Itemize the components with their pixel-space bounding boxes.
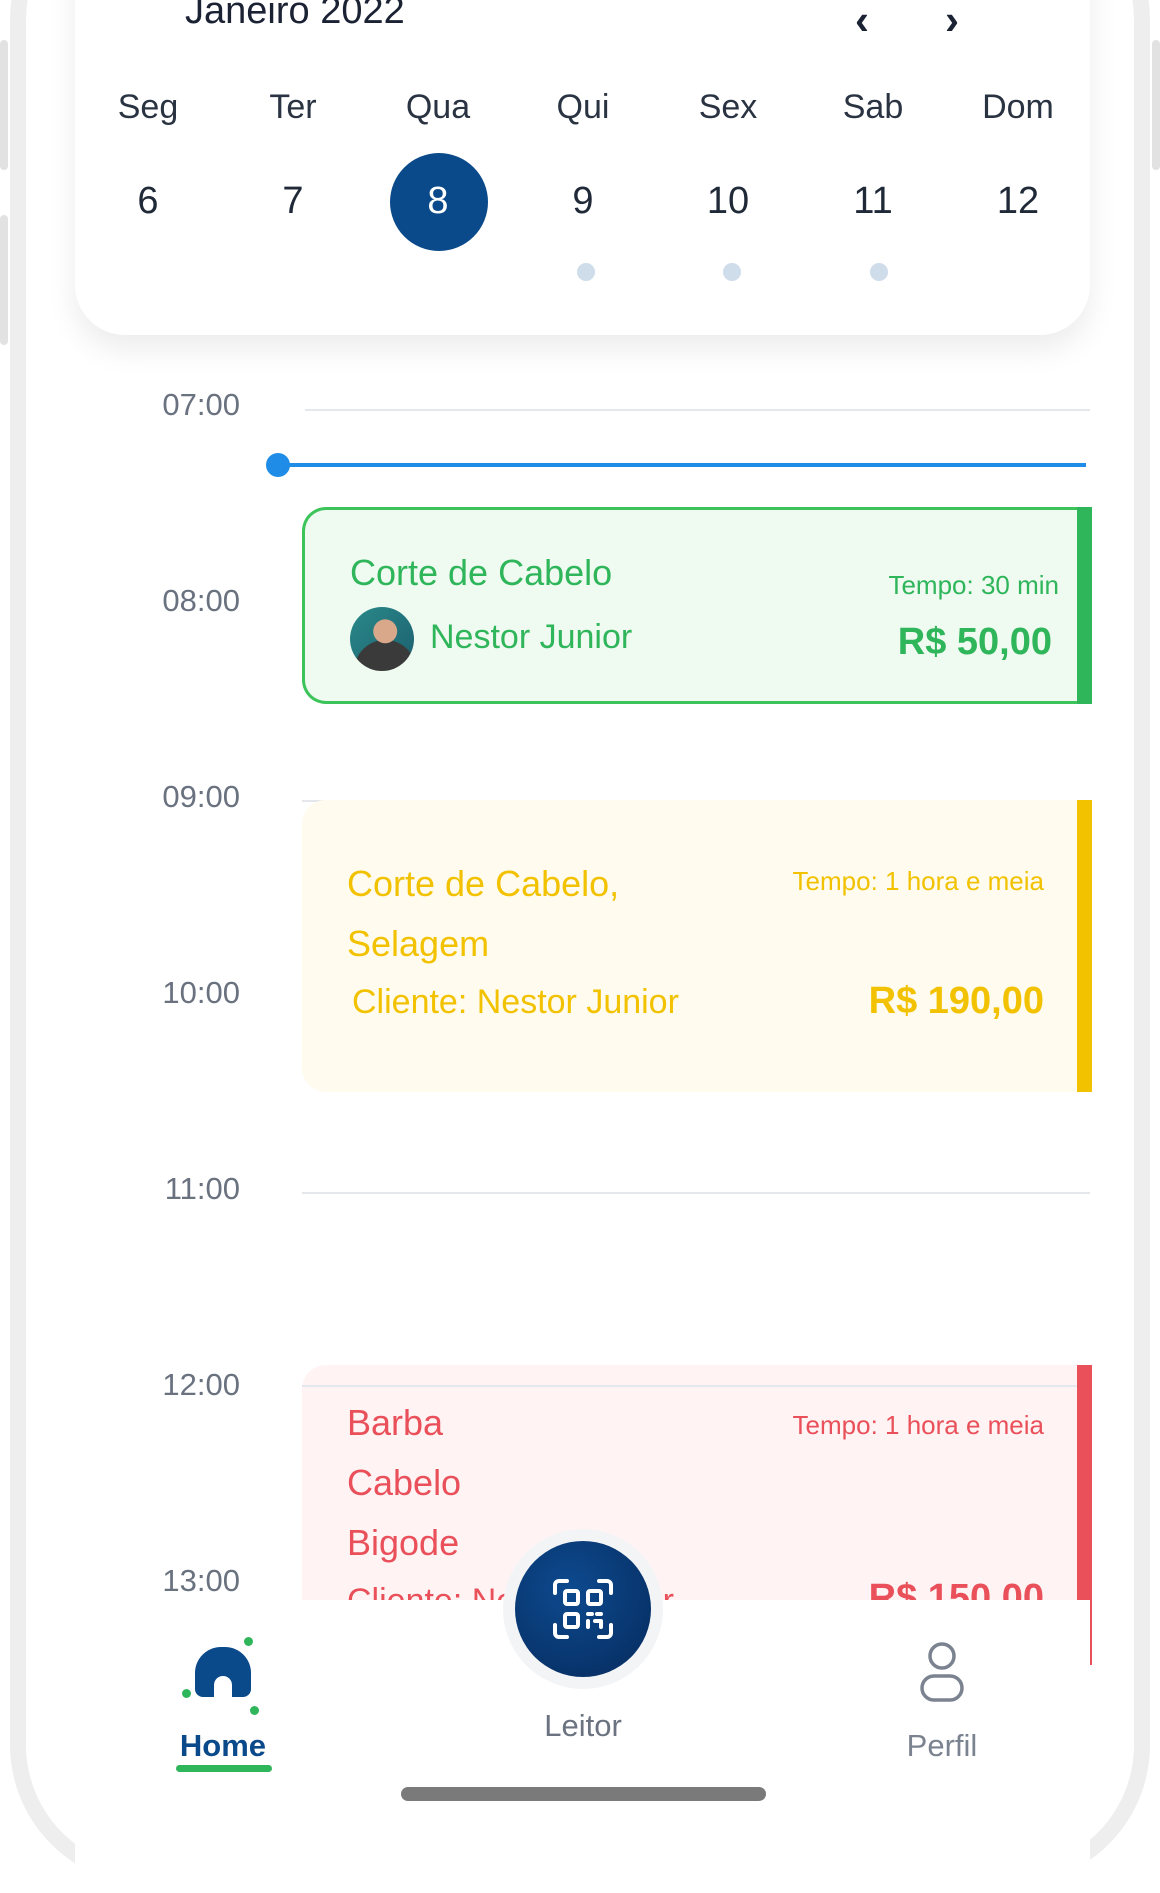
user-icon[interactable]	[918, 1640, 966, 1706]
hour-label: 10:00	[162, 975, 240, 1010]
nav-home-label[interactable]: Home	[123, 1728, 323, 1764]
nav-profile-label[interactable]: Perfil	[842, 1728, 1042, 1764]
appointment-status-bar	[1077, 507, 1092, 704]
qr-code-button[interactable]	[515, 1541, 651, 1677]
day-number[interactable]: 9	[523, 180, 643, 223]
weekday-label: Qui	[556, 88, 610, 126]
weekday-label: Sab	[842, 88, 904, 126]
current-time-dot	[266, 453, 290, 477]
hour-line	[305, 409, 1090, 411]
appointment-card[interactable]: Corte de Cabelo, Selagem Cliente: Nestor…	[302, 800, 1092, 1092]
side-button	[0, 40, 8, 170]
calendar-card	[75, 0, 1090, 335]
qr-code-icon	[553, 1579, 613, 1639]
hour-label: 13:00	[162, 1563, 240, 1598]
appointment-service: Barba	[347, 1402, 444, 1443]
hour-label: 11:00	[164, 1171, 240, 1206]
weekday-label: Ter	[269, 88, 317, 126]
event-dot	[723, 263, 741, 281]
event-dot	[577, 263, 595, 281]
day-number[interactable]: 6	[88, 180, 208, 223]
weekday-label: Seg	[117, 88, 179, 126]
appointment-client: Nestor Junior	[430, 618, 633, 656]
appointment-service: Bigode	[347, 1522, 460, 1563]
event-dot	[870, 263, 888, 281]
hour-label: 07:00	[162, 387, 240, 422]
current-time-line	[278, 463, 1086, 467]
appointment-service: Corte de Cabelo	[350, 552, 613, 593]
appointment-client: Cliente: Nestor Junior	[352, 983, 679, 1021]
appointment-service: Cabelo	[347, 1462, 462, 1503]
appointment-card[interactable]: Corte de Cabelo Nestor Junior Tempo: 30 …	[302, 507, 1092, 704]
appointment-service: Selagem	[347, 923, 490, 964]
nav-reader-label[interactable]: Leitor	[483, 1708, 683, 1744]
side-button	[1152, 40, 1160, 170]
home-icon-dot	[244, 1637, 253, 1646]
appointment-price: R$ 50,00	[897, 621, 1052, 663]
home-indicator	[401, 1787, 766, 1801]
home-icon-door	[214, 1676, 232, 1697]
home-icon-dot	[250, 1706, 259, 1715]
appointment-price: R$ 190,00	[868, 980, 1044, 1022]
chevron-left-icon[interactable]: ‹	[855, 0, 869, 44]
appointment-duration: Tempo: 1 hora e meia	[792, 1410, 1044, 1440]
hour-line	[302, 1192, 1090, 1194]
day-number[interactable]: 10	[668, 180, 788, 223]
avatar	[350, 607, 414, 671]
appointment-service: Corte de Cabelo,	[347, 863, 620, 904]
appointment-status-bar	[1077, 800, 1092, 1092]
day-number[interactable]: 11	[813, 180, 933, 223]
home-icon-dot	[182, 1689, 191, 1698]
weekday-label: Qua	[405, 88, 471, 126]
hour-line	[302, 1385, 1077, 1387]
hour-label: 09:00	[162, 779, 240, 814]
day-number[interactable]: 7	[233, 180, 353, 223]
month-label: Janeiro 2022	[185, 0, 405, 32]
weekday-label: Sex	[698, 88, 758, 126]
day-number-selected[interactable]: 8	[378, 180, 498, 223]
side-button	[0, 215, 8, 345]
appointment-duration: Tempo: 30 min	[888, 570, 1059, 600]
active-tab-indicator	[176, 1765, 272, 1772]
hour-label: 12:00	[162, 1367, 240, 1402]
hour-label: 08:00	[162, 583, 240, 618]
chevron-right-icon[interactable]: ›	[945, 0, 959, 44]
appointment-duration: Tempo: 1 hora e meia	[792, 866, 1044, 896]
day-number[interactable]: 12	[958, 180, 1078, 223]
weekday-label: Dom	[982, 88, 1054, 126]
